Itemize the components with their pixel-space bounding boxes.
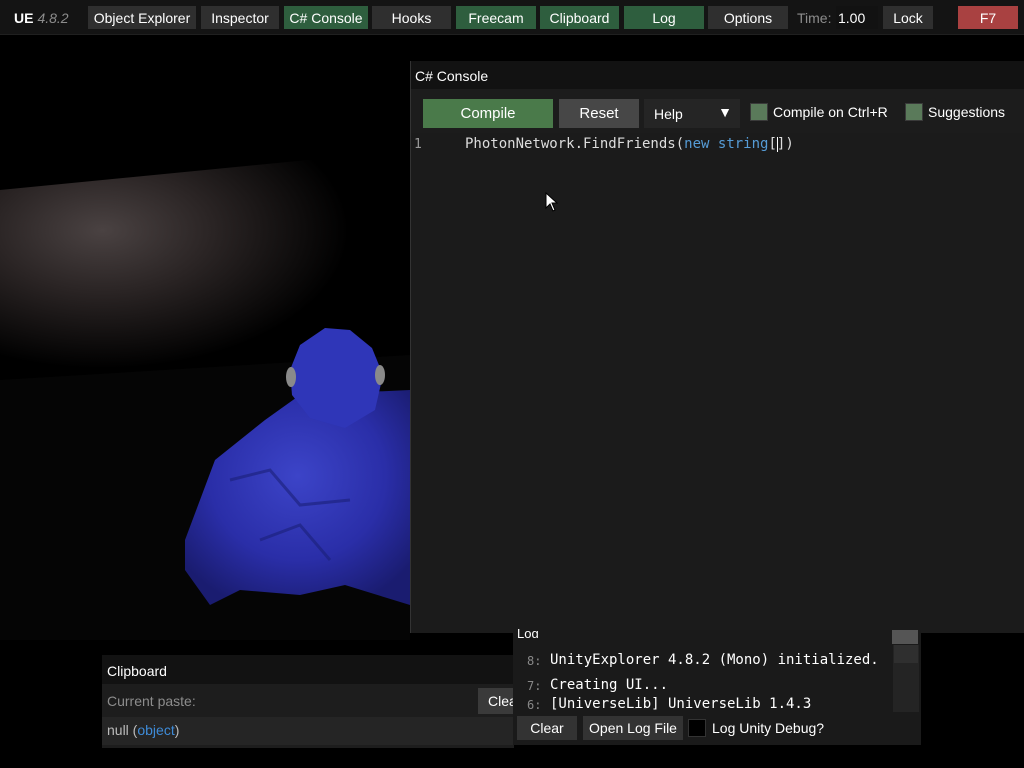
code-line: PhotonNetwork.FindFriends(new string[]) [465,136,794,152]
tab-freecam[interactable]: Freecam [456,6,536,29]
console-toolbar: Compile Reset Help ▼ Compile on Ctrl+R S… [411,96,1024,129]
compile-on-ctrl-r-checkbox[interactable] [750,103,768,121]
log-entry[interactable]: 8: UnityExplorer 4.8.2 (Mono) initialize… [517,649,893,673]
log-unity-debug-checkbox[interactable] [688,719,706,737]
csharp-console-window: C# Console Compile Reset Help ▼ Compile … [410,61,1024,633]
tab-clipboard[interactable]: Clipboard [540,6,619,29]
line-number: 1 [414,137,422,152]
compile-on-ctrl-r-label: Compile on Ctrl+R [773,104,888,120]
help-dropdown[interactable]: Help ▼ [644,99,740,128]
tab-object-explorer[interactable]: Object Explorer [88,6,196,29]
suggestions-checkbox[interactable] [905,103,923,121]
clipboard-value: null (object) [107,722,180,738]
console-title: C# Console [415,68,489,84]
reset-button[interactable]: Reset [559,99,639,128]
log-resize-handle[interactable] [892,630,918,644]
log-title: Log [517,626,539,638]
app-brand: UE 4.8.2 [14,10,69,26]
log-clear-button[interactable]: Clear [517,716,577,740]
tab-log[interactable]: Log [624,6,704,29]
screen: UE 4.8.2 Object Explorer Inspector C# Con… [0,0,1024,768]
log-unity-debug-label: Log Unity Debug? [712,720,825,736]
log-scrollbar-thumb[interactable] [894,645,918,663]
clipboard-value-row[interactable]: null (object) [102,717,514,745]
navbar: UE 4.8.2 Object Explorer Inspector C# Con… [0,0,1024,35]
tab-csharp-console[interactable]: C# Console [284,6,368,29]
lock-button[interactable]: Lock [883,6,933,29]
mouse-cursor-icon [545,192,559,212]
time-scale-label: Time: [797,10,832,26]
compile-button[interactable]: Compile [423,99,553,128]
code-editor[interactable]: 1 PhotonNetwork.FindFriends(new string[]… [411,133,1024,633]
clipboard-panel: Clipboard Current paste: Clear null (obj… [102,655,521,748]
suggestions-label: Suggestions [928,104,1006,120]
tab-inspector[interactable]: Inspector [201,6,279,29]
tab-hooks[interactable]: Hooks [372,6,451,29]
clipboard-titlebar[interactable]: Clipboard [102,655,514,684]
tab-options[interactable]: Options [708,6,788,29]
clipboard-clear-button[interactable]: Clear [478,688,521,714]
help-dropdown-label: Help [654,105,683,122]
time-scale-input[interactable]: 1.00 [836,6,878,29]
dropdown-arrow-icon: ▼ [718,104,732,120]
open-log-file-button[interactable]: Open Log File [583,716,683,740]
current-paste-label: Current paste: [107,693,196,709]
clipboard-title: Clipboard [107,663,167,679]
log-panel: Log 8: UnityExplorer 4.8.2 (Mono) initia… [513,626,921,745]
console-titlebar[interactable]: C# Console [411,61,1024,89]
toggle-key-button[interactable]: F7 [958,6,1018,29]
log-footer: Clear Open Log File Log Unity Debug? [513,712,921,745]
